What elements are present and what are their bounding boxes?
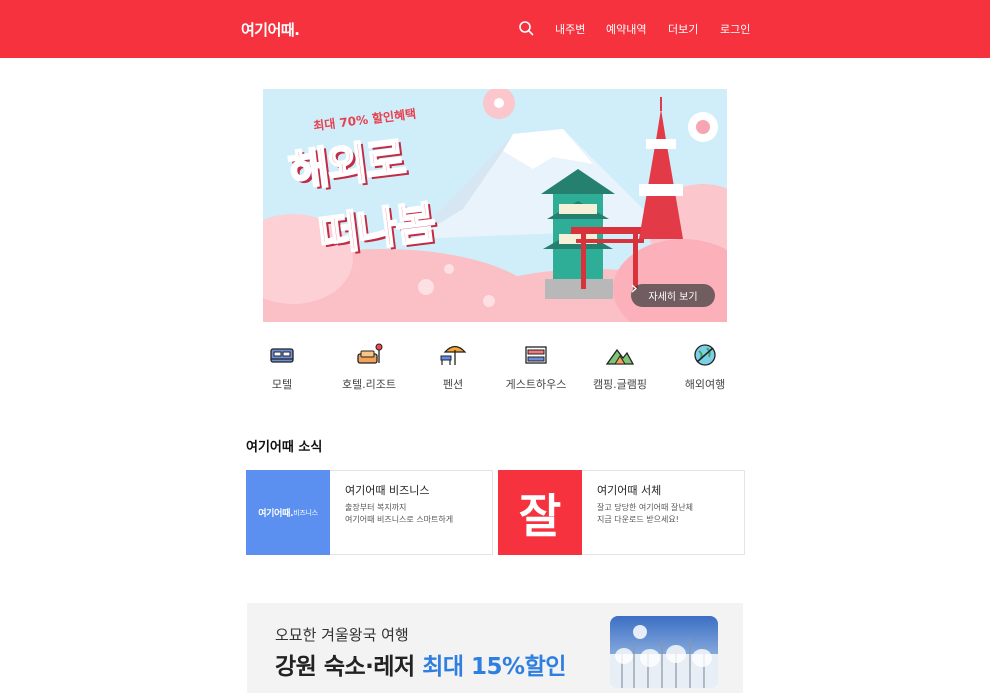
card-desc-line: 잘고 당당한 여기어때 잘난체 [597,503,693,512]
globe-plane-icon [694,344,716,366]
hero-detail-label: 자세히 보기 [648,292,698,303]
category-label: 해외여행 [684,378,726,391]
category-overseas[interactable]: 해외여행 [663,342,747,392]
card-desc-line: 여기어때 비즈니스로 스마트하게 [345,515,454,524]
business-thumb-sub: 비즈니스 [293,508,318,517]
category-hotel-resort[interactable]: 호텔.리조트 [327,342,411,392]
news-card-business[interactable]: 여기어때. 비즈니스 여기어때 비즈니스 출장부터 복지까지 여기어때 비즈니스로… [246,470,493,555]
banner-subtitle: 오묘한 겨울왕국 여행 [275,626,409,644]
category-label: 캠핑.글램핑 [592,378,648,391]
category-motel[interactable]: 모텔 [240,342,324,392]
card-title: 여기어때 서체 [597,484,662,497]
hero-banner[interactable]: 최대 70% 할인혜택 해외로 떠나봄 자세히 보기 [263,89,727,322]
category-label: 호텔.리조트 [341,378,397,391]
banner-title: 강원 숙소·레저 최대 15%할인 [275,647,566,681]
news-section-title: 여기어때 소식 [246,440,323,455]
category-pension[interactable]: 펜션 [411,342,495,392]
banner-title-prefix: 강원 숙소·레저 [275,654,423,680]
nav-login[interactable]: 로그인 [720,21,750,37]
card-title: 여기어때 비즈니스 [345,484,430,497]
camping-mountain-icon [606,348,634,365]
pension-parasol-icon [440,345,467,365]
business-thumbnail: 여기어때. 비즈니스 [246,470,330,555]
category-label: 펜션 [442,378,464,391]
nav-nearby[interactable]: 내주변 [555,21,585,37]
category-label: 게스트하우스 [505,378,567,391]
category-label: 모텔 [271,378,293,391]
banner-title-highlight: 최대 15%할인 [422,654,566,680]
card-description: 잘고 당당한 여기어때 잘난체 지금 다운로드 받으세요! [597,502,693,526]
chevron-right-icon [631,284,637,293]
top-header: 여기어때. 내주변 예약내역 더보기 로그인 [0,0,990,58]
category-camping[interactable]: 캠핑.글램핑 [578,342,662,392]
search-icon[interactable] [518,20,534,36]
winter-forest-image [610,616,718,688]
business-thumb-logo: 여기어때. [258,509,294,519]
card-desc-line: 출장부터 복지까지 [345,503,407,512]
nav-more[interactable]: 더보기 [668,21,698,37]
category-guesthouse[interactable]: 게스트하우스 [494,342,578,392]
font-thumbnail: 잘 [498,470,582,555]
hero-detail-button[interactable]: 자세히 보기 [631,284,715,307]
motel-bed-icon [270,348,294,363]
card-description: 출장부터 복지까지 여기어때 비즈니스로 스마트하게 [345,502,453,526]
hotel-sofa-icon [357,343,383,364]
nav-reservations[interactable]: 예약내역 [606,21,646,37]
logo[interactable]: 여기어때. [241,19,300,40]
promo-banner-gangwon[interactable]: 오묘한 겨울왕국 여행 강원 숙소·레저 최대 15%할인 [247,603,743,693]
news-card-font[interactable]: 잘 여기어때 서체 잘고 당당한 여기어때 잘난체 지금 다운로드 받으세요! [498,470,745,555]
guesthouse-bunk-icon [525,346,547,364]
card-desc-line: 지금 다운로드 받으세요! [597,515,679,524]
